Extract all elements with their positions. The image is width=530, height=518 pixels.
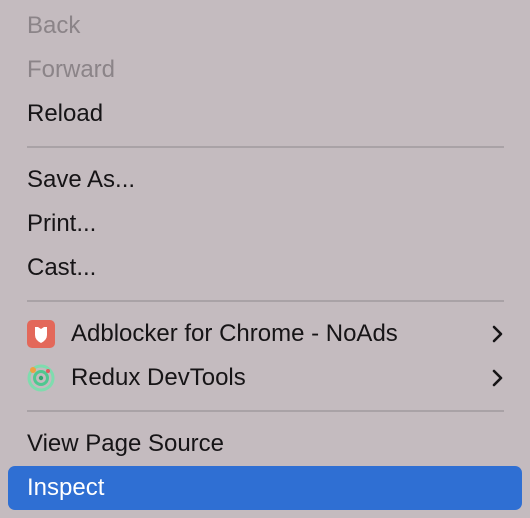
menu-separator [27,300,504,302]
menu-item-print-label: Print... [27,210,97,237]
menu-item-view-page-source[interactable]: View Page Source [8,422,522,466]
menu-item-print[interactable]: Print... [8,202,522,246]
menu-item-inspect[interactable]: Inspect [8,466,522,510]
redux-devtools-icon [27,364,55,392]
menu-item-adblocker[interactable]: Adblocker for Chrome - NoAds [8,312,522,356]
menu-separator [27,146,504,148]
menu-item-redux-devtools[interactable]: Redux DevTools [8,356,522,400]
chevron-right-icon [492,369,503,387]
menu-item-adblocker-label: Adblocker for Chrome - NoAds [71,320,398,347]
menu-item-back: Back [8,4,522,48]
menu-item-back-label: Back [27,12,81,39]
menu-item-cast-label: Cast... [27,254,97,281]
menu-item-save-as-label: Save As... [27,166,136,193]
chevron-right-icon [492,325,503,343]
menu-item-inspect-label: Inspect [27,474,105,501]
menu-item-reload-label: Reload [27,100,104,127]
shield-icon [27,320,55,348]
menu-item-view-page-source-label: View Page Source [27,430,225,457]
context-menu: Back Forward Reload Save As... Print... … [0,0,530,518]
menu-item-forward: Forward [8,48,522,92]
menu-item-cast[interactable]: Cast... [8,246,522,290]
menu-item-reload[interactable]: Reload [8,92,522,136]
menu-separator [27,410,504,412]
menu-item-save-as[interactable]: Save As... [8,158,522,202]
menu-item-redux-devtools-label: Redux DevTools [71,364,246,391]
menu-item-forward-label: Forward [27,56,116,83]
